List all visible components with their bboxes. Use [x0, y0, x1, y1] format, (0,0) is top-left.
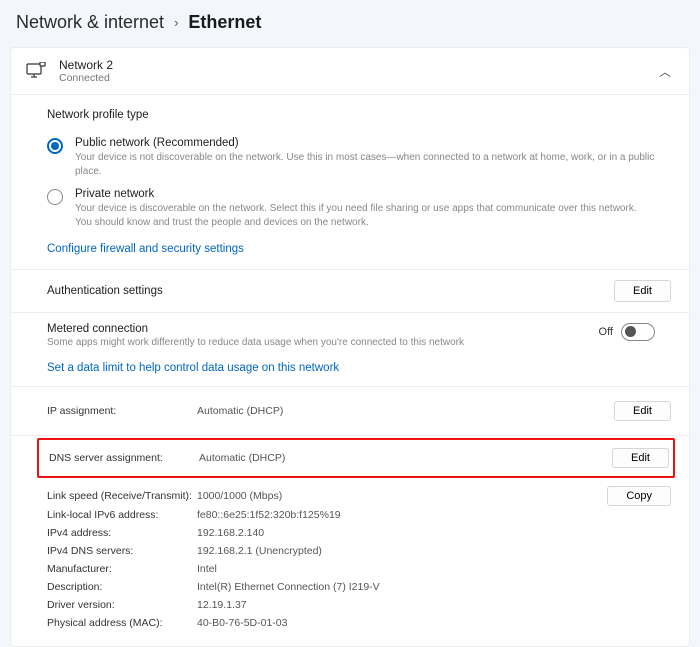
details-block: Link speed (Receive/Transmit):1000/1000 …	[11, 480, 689, 646]
radio-unchecked-icon[interactable]	[47, 189, 63, 205]
breadcrumb-parent[interactable]: Network & internet	[16, 12, 164, 33]
data-limit-link[interactable]: Set a data limit to help control data us…	[47, 362, 339, 374]
public-network-radio-row[interactable]: Public network (Recommended) Your device…	[47, 137, 655, 178]
detail-key: Link-local IPv6 address:	[47, 509, 197, 521]
firewall-link[interactable]: Configure firewall and security settings	[47, 243, 244, 255]
metered-toggle-wrap: Off	[599, 323, 655, 341]
detail-row: Description:Intel(R) Ethernet Connection…	[47, 578, 671, 596]
detail-key: IPv4 DNS servers:	[47, 545, 197, 557]
detail-row: IPv4 address:192.168.2.140	[47, 524, 671, 542]
public-network-desc: Your device is not discoverable on the n…	[75, 151, 655, 178]
profile-title: Network profile type	[47, 109, 655, 121]
auth-row: Authentication settings Edit	[11, 270, 689, 313]
chevron-up-icon[interactable]: ︿	[659, 63, 671, 80]
detail-row: Physical address (MAC):40-B0-76-5D-01-03	[47, 614, 671, 632]
detail-key: Physical address (MAC):	[47, 617, 197, 629]
copy-button[interactable]: Copy	[607, 486, 671, 506]
ip-edit-button[interactable]: Edit	[614, 401, 671, 421]
detail-value: 1000/1000 (Mbps)	[197, 490, 607, 502]
private-network-radio-row[interactable]: Private network Your device is discovera…	[47, 188, 655, 229]
metered-section: Metered connection Some apps might work …	[11, 313, 689, 387]
ip-label: IP assignment:	[47, 405, 197, 417]
dns-label: DNS server assignment:	[49, 452, 199, 464]
auth-label: Authentication settings	[47, 285, 614, 297]
public-network-label: Public network (Recommended)	[75, 137, 655, 149]
auth-edit-button[interactable]: Edit	[614, 280, 671, 302]
chevron-right-icon: ›	[174, 15, 178, 30]
metered-label: Metered connection	[47, 323, 599, 335]
detail-row: IPv4 DNS servers:192.168.2.1 (Unencrypte…	[47, 542, 671, 560]
detail-row: Link-local IPv6 address:fe80::6e25:1f52:…	[47, 506, 671, 524]
dns-assignment-row: DNS server assignment: Automatic (DHCP) …	[37, 438, 675, 478]
private-network-desc: Your device is discoverable on the netwo…	[75, 202, 655, 229]
network-title-block: Network 2 Connected	[59, 58, 113, 84]
ip-assignment-row: IP assignment: Automatic (DHCP) Edit	[11, 387, 689, 436]
radio-checked-icon[interactable]	[47, 138, 63, 154]
profile-section: Network profile type Public network (Rec…	[11, 95, 689, 270]
detail-value: 40-B0-76-5D-01-03	[197, 617, 671, 629]
settings-panel: Network 2 Connected ︿ Network profile ty…	[10, 47, 690, 647]
detail-value: 192.168.2.140	[197, 527, 671, 539]
detail-row: Manufacturer:Intel	[47, 560, 671, 578]
dns-value: Automatic (DHCP)	[199, 452, 612, 464]
detail-value: 192.168.2.1 (Unencrypted)	[197, 545, 671, 557]
network-status: Connected	[59, 72, 113, 84]
metered-toggle-label: Off	[599, 326, 613, 338]
detail-key: Link speed (Receive/Transmit):	[47, 490, 197, 502]
breadcrumb: Network & internet › Ethernet	[10, 12, 690, 33]
detail-key: Description:	[47, 581, 197, 593]
detail-value: Intel(R) Ethernet Connection (7) I219-V	[197, 581, 671, 593]
network-name: Network 2	[59, 58, 113, 72]
breadcrumb-current: Ethernet	[188, 12, 261, 33]
detail-key: Manufacturer:	[47, 563, 197, 575]
monitor-icon	[25, 60, 47, 82]
ip-value: Automatic (DHCP)	[197, 405, 614, 417]
detail-value: Intel	[197, 563, 671, 575]
dns-edit-button[interactable]: Edit	[612, 448, 669, 468]
metered-desc: Some apps might work differently to redu…	[47, 337, 599, 348]
detail-row: Driver version:12.19.1.37	[47, 596, 671, 614]
detail-key: IPv4 address:	[47, 527, 197, 539]
metered-toggle[interactable]	[621, 323, 655, 341]
detail-value: fe80::6e25:1f52:320b:f125%19	[197, 509, 671, 521]
network-header[interactable]: Network 2 Connected ︿	[11, 48, 689, 95]
detail-row: Link speed (Receive/Transmit):1000/1000 …	[47, 486, 671, 506]
private-network-label: Private network	[75, 188, 655, 200]
